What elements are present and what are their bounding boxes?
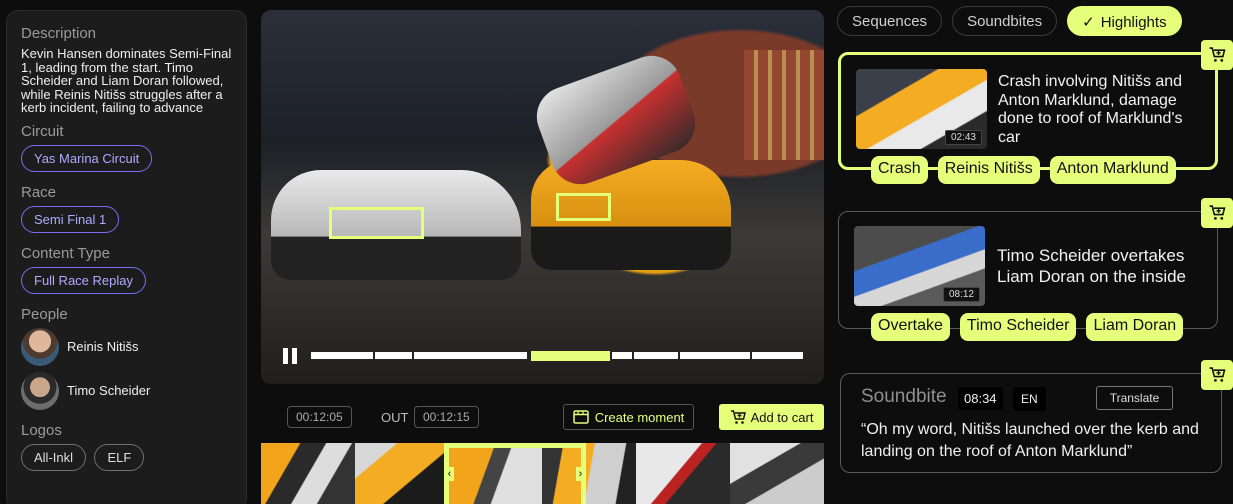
highlight-card[interactable]: 08:12 Timo Scheider overtakes Liam Doran… — [838, 211, 1218, 329]
people-heading: People — [21, 305, 68, 323]
person-name: Reinis Nitišs — [67, 339, 139, 354]
in-timecode[interactable]: 00:12:05 — [287, 406, 352, 428]
timeline-segment[interactable] — [633, 352, 678, 359]
video-player[interactable] — [261, 10, 824, 384]
chevron-left-icon[interactable]: ‹ — [445, 467, 454, 481]
avatar — [21, 371, 59, 410]
content-type-chip[interactable]: Full Race Replay — [21, 266, 146, 294]
panel-tabs: Sequences Soundbites ✓ Highlights — [837, 6, 1182, 36]
race-heading: Race — [21, 183, 57, 201]
content-type-heading: Content Type — [21, 244, 110, 262]
highlight-tags: Overtake Timo Scheider Liam Doran — [871, 313, 1184, 341]
cart-plus-icon — [730, 409, 746, 424]
filmstrip-selection[interactable] — [444, 443, 586, 504]
thumbnail-duration: 02:43 — [944, 130, 982, 145]
timeline-segment[interactable] — [375, 352, 412, 359]
person-item[interactable]: Timo Scheider — [21, 371, 232, 410]
create-moment-button[interactable]: Create moment — [563, 404, 694, 430]
tag-chip[interactable]: Overtake — [871, 313, 950, 341]
logo-chip[interactable]: All-Inkl — [21, 443, 87, 471]
logo-detection-box[interactable] — [329, 207, 424, 239]
video-timeline[interactable] — [311, 351, 803, 361]
circuit-chip[interactable]: Yas Marina Circuit — [21, 144, 153, 172]
create-moment-label: Create moment — [594, 409, 685, 425]
pause-icon[interactable] — [283, 348, 297, 364]
race-section: Race Semi Final 1 — [21, 184, 232, 233]
language-badge: EN — [1013, 387, 1046, 411]
race-chip[interactable]: Semi Final 1 — [21, 205, 120, 233]
cart-plus-icon — [1209, 367, 1226, 382]
logo-chip[interactable]: ELF — [94, 443, 145, 471]
tab-soundbites[interactable]: Soundbites — [952, 6, 1058, 36]
tab-highlights-label: Highlights — [1100, 14, 1167, 31]
timeline-segment[interactable] — [413, 352, 528, 359]
filmstrip-frame[interactable] — [730, 443, 824, 504]
video-background-building — [744, 50, 824, 160]
person-item[interactable]: Reinis Nitišs — [21, 327, 232, 366]
chevron-right-icon[interactable]: › — [576, 467, 585, 481]
circuit-heading: Circuit — [21, 122, 64, 140]
tag-chip[interactable]: Anton Marklund — [1049, 156, 1176, 184]
thumbnail-duration: 08:12 — [942, 287, 980, 302]
tab-highlights[interactable]: ✓ Highlights — [1067, 6, 1182, 36]
timeline-segment-highlight[interactable] — [530, 351, 611, 361]
highlight-card[interactable]: 02:43 Crash involving Nitišs and Anton M… — [838, 52, 1218, 170]
content-type-section: Content Type Full Race Replay — [21, 245, 232, 294]
tag-chip[interactable]: Liam Doran — [1086, 313, 1184, 341]
filmstrip-frame[interactable] — [354, 443, 449, 504]
description-text: Kevin Hansen dominates Semi-Final 1, lea… — [21, 46, 232, 115]
highlight-title: Crash involving Nitišs and Anton Marklun… — [998, 73, 1183, 146]
person-name: Timo Scheider — [67, 383, 151, 398]
highlight-tags: Crash Reinis Nitišs Anton Marklund — [871, 156, 1176, 184]
out-timecode[interactable]: 00:12:15 — [414, 406, 479, 428]
filmstrip-frame[interactable] — [261, 443, 355, 504]
cart-plus-icon — [1209, 205, 1226, 220]
add-to-cart-button[interactable] — [1201, 360, 1233, 390]
add-to-cart-button[interactable]: Add to cart — [719, 404, 824, 430]
highlight-thumbnail[interactable]: 02:43 — [856, 69, 987, 149]
soundbite-time: 08:34 — [958, 387, 1003, 410]
check-icon: ✓ — [1082, 14, 1095, 31]
details-sidebar: Description Kevin Hansen dominates Semi-… — [6, 10, 247, 504]
soundbite-label: Soundbite — [861, 386, 947, 407]
soundbite-card[interactable]: Soundbite 08:34 EN Translate “Oh my word… — [840, 373, 1222, 473]
logos-section: Logos All-Inkl ELF — [21, 422, 232, 471]
tag-chip[interactable]: Crash — [871, 156, 928, 184]
add-to-cart-label: Add to cart — [750, 409, 814, 425]
description-heading: Description — [21, 25, 97, 42]
avatar — [21, 327, 59, 366]
tag-chip[interactable]: Timo Scheider — [959, 313, 1077, 341]
filmstrip-frame[interactable] — [636, 443, 731, 504]
out-label: OUT — [381, 410, 409, 425]
cart-plus-icon — [1209, 47, 1226, 62]
timeline-segment[interactable] — [752, 352, 803, 359]
timeline-segment[interactable] — [612, 352, 632, 359]
timeline-segment[interactable] — [679, 352, 751, 359]
add-to-cart-button[interactable] — [1201, 198, 1233, 228]
people-section: People Reinis Nitišs Timo Scheider — [21, 306, 232, 410]
highlight-title: Timo Scheider overtakes Liam Doran on th… — [997, 246, 1187, 286]
logos-heading: Logos — [21, 421, 62, 439]
circuit-section: Circuit Yas Marina Circuit — [21, 123, 232, 172]
add-to-cart-button[interactable] — [1201, 40, 1233, 70]
soundbite-quote: “Oh my word, Nitišs launched over the ke… — [861, 421, 1199, 460]
highlight-thumbnail[interactable]: 08:12 — [854, 226, 985, 306]
translate-button[interactable]: Translate — [1096, 386, 1173, 410]
tab-sequences[interactable]: Sequences — [837, 6, 943, 36]
tag-chip[interactable]: Reinis Nitišs — [937, 156, 1040, 184]
logo-detection-box[interactable] — [556, 193, 611, 221]
timeline-segment[interactable] — [311, 352, 374, 359]
film-icon — [572, 410, 589, 424]
